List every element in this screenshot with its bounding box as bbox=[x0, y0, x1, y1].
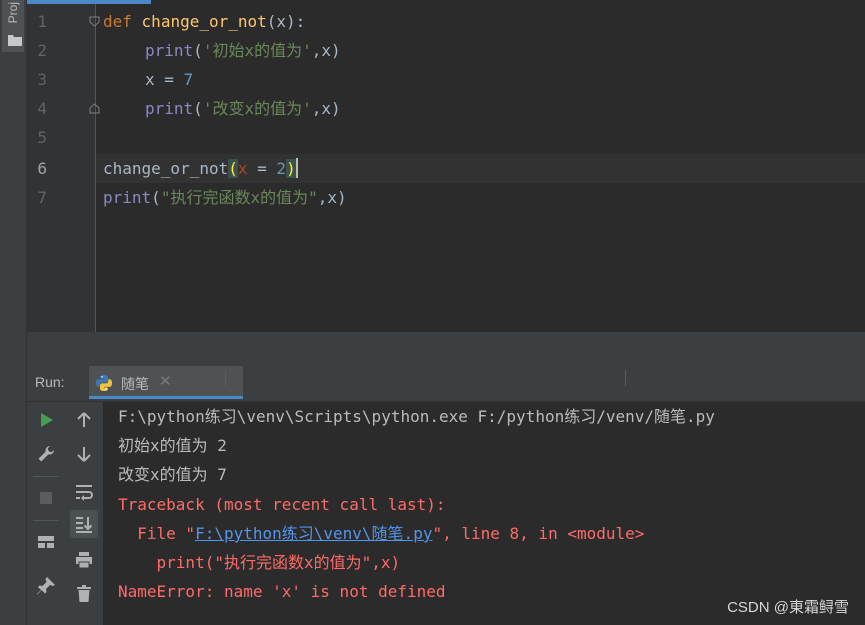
code-text: ( bbox=[151, 188, 161, 207]
clear-all-button[interactable] bbox=[70, 580, 98, 608]
console-line-file-ref: File "F:\python练习\venv\随笔.py", line 8, i… bbox=[118, 519, 644, 548]
scroll-to-end-button[interactable] bbox=[70, 510, 98, 538]
code-line-7[interactable]: print("执行完函数x的值为",x) bbox=[103, 183, 347, 212]
line-number-current: 6 bbox=[37, 159, 47, 178]
text-caret bbox=[295, 158, 298, 178]
rerun-icon bbox=[41, 413, 53, 427]
code-text: ,x) bbox=[311, 41, 341, 60]
traceback-suffix: ", line 8, in <module> bbox=[432, 524, 645, 543]
line-number: 4 bbox=[37, 99, 47, 118]
matched-paren: ) bbox=[286, 159, 296, 178]
line-number: 5 bbox=[37, 128, 47, 147]
number-literal: 2 bbox=[276, 159, 287, 178]
next-occurrence-button[interactable] bbox=[70, 440, 98, 468]
stop-icon bbox=[40, 492, 52, 504]
project-tool-strip: Proj bbox=[0, 0, 27, 625]
console-line-source: print("执行完函数x的值为",x) bbox=[118, 553, 401, 572]
trash-icon bbox=[77, 585, 91, 602]
line-number-gutter[interactable]: 1 2 3 4 5 6 7 bbox=[27, 0, 100, 332]
run-tool-header: Run: 随笔 ✕ bbox=[27, 364, 865, 402]
down-arrow-icon bbox=[77, 447, 91, 462]
project-tab-label: Proj bbox=[6, 2, 20, 24]
soft-wrap-button[interactable] bbox=[70, 478, 98, 506]
pin-tab-button[interactable] bbox=[32, 572, 60, 600]
console-line-command: F:\python练习\venv\Scripts\python.exe F:/p… bbox=[118, 407, 715, 426]
line-number: 2 bbox=[37, 41, 47, 60]
layout-icon bbox=[38, 536, 54, 548]
code-text: (x): bbox=[266, 12, 306, 31]
code-line-6[interactable]: change_or_not(x = 2) bbox=[103, 154, 298, 183]
console-line-output: 初始x的值为 2 bbox=[118, 436, 227, 455]
builtin-call: print bbox=[103, 188, 152, 207]
traceback-file-link[interactable]: F:\python练习\venv\随笔.py bbox=[195, 524, 432, 543]
code-line-3[interactable]: x = 7 bbox=[145, 65, 193, 94]
header-divider bbox=[225, 370, 226, 386]
python-icon bbox=[96, 375, 112, 391]
stop-button[interactable] bbox=[32, 484, 60, 512]
print-icon bbox=[76, 552, 92, 569]
number-literal: 7 bbox=[183, 70, 194, 89]
run-config-tab[interactable]: 随笔 ✕ bbox=[89, 366, 243, 399]
builtin-call: print bbox=[145, 41, 194, 60]
close-icon[interactable]: ✕ bbox=[159, 372, 172, 390]
string-literal: "执行完函数x的值为" bbox=[160, 188, 318, 207]
line-number: 1 bbox=[37, 12, 47, 31]
up-arrow-icon bbox=[77, 412, 91, 427]
header-divider bbox=[625, 370, 626, 386]
console-line-output: 改变x的值为 7 bbox=[118, 465, 227, 484]
code-editor[interactable]: 1 2 3 4 5 6 7 def change_or_not(x): prin… bbox=[27, 0, 865, 332]
param-name: x bbox=[237, 159, 248, 178]
run-tab-label: 随笔 bbox=[121, 376, 149, 392]
traceback-prefix: File " bbox=[118, 524, 196, 543]
fold-marker-icon[interactable] bbox=[89, 16, 100, 27]
code-text: x = bbox=[145, 70, 184, 89]
line-number: 3 bbox=[37, 70, 47, 89]
wrench-icon bbox=[38, 445, 55, 462]
run-console[interactable]: F:\python练习\venv\Scripts\python.exe F:/p… bbox=[104, 402, 865, 625]
code-text: change_or_not bbox=[103, 159, 229, 178]
soft-wrap-icon bbox=[76, 485, 93, 501]
function-name: change_or_not bbox=[141, 12, 267, 31]
previous-occurrence-button[interactable] bbox=[70, 406, 98, 434]
code-line-2[interactable]: print('初始x的值为',x) bbox=[145, 36, 341, 65]
run-label: Run: bbox=[35, 374, 65, 390]
console-line-traceback: Traceback (most recent call last): bbox=[118, 495, 446, 514]
restore-layout-button[interactable] bbox=[32, 528, 60, 556]
print-button[interactable] bbox=[70, 546, 98, 574]
code-line-1[interactable]: def change_or_not(x): bbox=[103, 7, 305, 36]
editor-tab-accent bbox=[27, 0, 151, 4]
project-tool-tab[interactable]: Proj bbox=[2, 0, 24, 52]
rerun-button[interactable] bbox=[32, 406, 60, 434]
keyword: def bbox=[103, 12, 132, 31]
fold-marker-icon[interactable] bbox=[89, 103, 100, 114]
panel-splitter[interactable] bbox=[27, 332, 865, 364]
string-literal: '初始x的值为' bbox=[202, 41, 312, 60]
run-toolbar-secondary bbox=[65, 402, 104, 625]
toolbar-separator bbox=[33, 476, 59, 477]
line-number: 7 bbox=[37, 188, 47, 207]
code-line-4[interactable]: print('改变x的值为',x) bbox=[145, 94, 341, 123]
console-line-error: NameError: name 'x' is not defined bbox=[118, 582, 446, 601]
code-text: ( bbox=[193, 99, 203, 118]
scroll-to-end-icon bbox=[76, 517, 93, 533]
pin-icon bbox=[37, 577, 55, 595]
run-toolbar-primary bbox=[27, 402, 66, 625]
toolbar-separator bbox=[33, 520, 59, 521]
edit-config-button[interactable] bbox=[32, 440, 60, 468]
code-text: ( bbox=[193, 41, 203, 60]
string-literal: '改变x的值为' bbox=[202, 99, 312, 118]
watermark: CSDN @東霜鲟雪 bbox=[727, 599, 849, 616]
code-text: ,x) bbox=[317, 188, 347, 207]
matched-paren: ( bbox=[228, 159, 238, 178]
code-text: = bbox=[247, 159, 277, 178]
builtin-call: print bbox=[145, 99, 194, 118]
code-text: ,x) bbox=[311, 99, 341, 118]
folder-icon bbox=[8, 35, 22, 46]
